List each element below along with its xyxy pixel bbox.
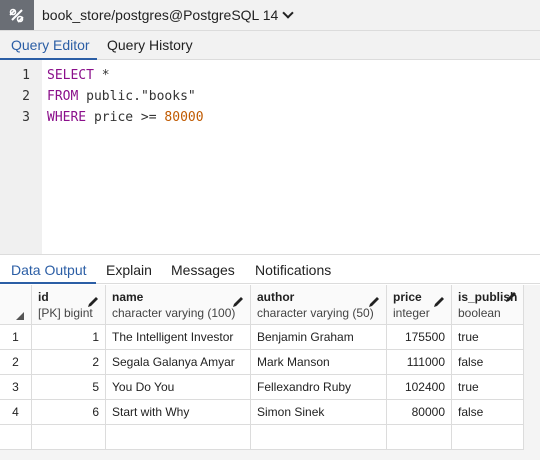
connection-selector[interactable]: book_store/postgres@PostgreSQL 14 <box>42 7 294 23</box>
code-line: FROM public."books" <box>47 89 196 104</box>
code-text: public. <box>78 89 141 104</box>
cell-author[interactable]: Benjamin Graham <box>251 325 387 350</box>
cell-id[interactable]: 6 <box>32 400 106 425</box>
cell-name[interactable]: Segala Galanya Amyar <box>106 350 251 375</box>
cell-price[interactable]: 102400 <box>387 375 452 400</box>
tab-explain[interactable]: Explain <box>106 262 152 278</box>
cell-author[interactable]: Simon Sinek <box>251 400 387 425</box>
connection-icon[interactable] <box>0 0 34 30</box>
cell-id[interactable]: 1 <box>32 325 106 350</box>
column-type: character varying (50) <box>257 306 374 320</box>
row-number[interactable]: 1 <box>0 325 32 350</box>
line-gutter: 1 2 3 <box>0 60 42 254</box>
column-header-name[interactable]: name character varying (100) <box>106 285 251 325</box>
sql-keyword: WHERE <box>47 110 87 125</box>
cell-is-publish[interactable]: false <box>452 350 524 375</box>
cell-name[interactable]: The Intelligent Investor <box>106 325 251 350</box>
sql-editor[interactable]: 1 2 3 SELECT * FROM public."books" WHERE… <box>0 60 540 254</box>
column-type: [PK] bigint <box>38 306 93 320</box>
editor-tabs: Query Editor Query History <box>0 31 540 60</box>
column-type: character varying (100) <box>112 306 236 320</box>
cell-price[interactable]: 175500 <box>387 325 452 350</box>
empty-cell[interactable] <box>32 425 106 450</box>
connection-bar: book_store/postgres@PostgreSQL 14 <box>0 0 540 31</box>
code-text: price >= <box>86 110 165 125</box>
empty-cell[interactable] <box>452 425 524 450</box>
tab-notifications[interactable]: Notifications <box>255 262 331 278</box>
code-text: * <box>93 68 110 83</box>
cell-name[interactable]: Start with Why <box>106 400 251 425</box>
pencil-icon[interactable] <box>433 296 445 308</box>
cell-author[interactable]: Fellexandro Ruby <box>251 375 387 400</box>
column-name: id <box>38 290 49 304</box>
column-name: author <box>257 290 295 304</box>
tab-messages[interactable]: Messages <box>171 262 235 278</box>
empty-cell[interactable] <box>251 425 387 450</box>
chevron-down-icon <box>282 7 294 19</box>
column-name: price <box>393 290 422 304</box>
row-number[interactable]: 3 <box>0 375 32 400</box>
output-tabs: Data Output Explain Messages Notificatio… <box>0 254 540 284</box>
row-number[interactable]: 2 <box>0 350 32 375</box>
cell-price[interactable]: 111000 <box>387 350 452 375</box>
sql-keyword: FROM <box>47 89 79 104</box>
cell-author[interactable]: Mark Manson <box>251 350 387 375</box>
code-string: "books" <box>140 89 196 104</box>
column-header-id[interactable]: id [PK] bigint <box>32 285 106 325</box>
line-number: 1 <box>22 68 30 83</box>
line-number: 2 <box>22 89 30 104</box>
grid-corner[interactable] <box>0 285 32 325</box>
sql-keyword: SELECT <box>47 68 94 83</box>
tab-query-history[interactable]: Query History <box>107 37 193 53</box>
active-tab-indicator <box>0 282 96 284</box>
empty-cell[interactable] <box>387 425 452 450</box>
tab-data-output[interactable]: Data Output <box>11 262 87 278</box>
pencil-icon[interactable] <box>368 296 380 308</box>
cell-id[interactable]: 2 <box>32 350 106 375</box>
pencil-icon[interactable] <box>232 296 244 308</box>
column-type: integer <box>393 306 430 320</box>
column-header-author[interactable]: author character varying (50) <box>251 285 387 325</box>
data-grid: id [PK] bigint name character varying (1… <box>0 285 540 460</box>
column-name: name <box>112 290 144 304</box>
cell-name[interactable]: You Do You <box>106 375 251 400</box>
row-number[interactable]: 4 <box>0 400 32 425</box>
column-header-price[interactable]: price integer <box>387 285 452 325</box>
tab-query-editor[interactable]: Query Editor <box>11 37 90 53</box>
select-all-icon <box>16 312 24 320</box>
column-type: boolean <box>458 306 501 320</box>
code-line: SELECT * <box>47 68 110 83</box>
cell-id[interactable]: 5 <box>32 375 106 400</box>
connection-title: book_store/postgres@PostgreSQL 14 <box>42 7 279 23</box>
cell-is-publish[interactable]: true <box>452 375 524 400</box>
code-line: WHERE price >= 80000 <box>47 110 204 125</box>
column-header-is-publish[interactable]: is_publish boolean <box>452 285 524 325</box>
empty-cell[interactable] <box>106 425 251 450</box>
line-number: 3 <box>22 110 30 125</box>
cell-is-publish[interactable]: true <box>452 325 524 350</box>
pencil-icon[interactable] <box>505 291 517 303</box>
empty-cell[interactable] <box>0 425 32 450</box>
pencil-icon[interactable] <box>87 296 99 308</box>
code-number: 80000 <box>164 110 204 125</box>
cell-price[interactable]: 80000 <box>387 400 452 425</box>
cell-is-publish[interactable]: false <box>452 400 524 425</box>
